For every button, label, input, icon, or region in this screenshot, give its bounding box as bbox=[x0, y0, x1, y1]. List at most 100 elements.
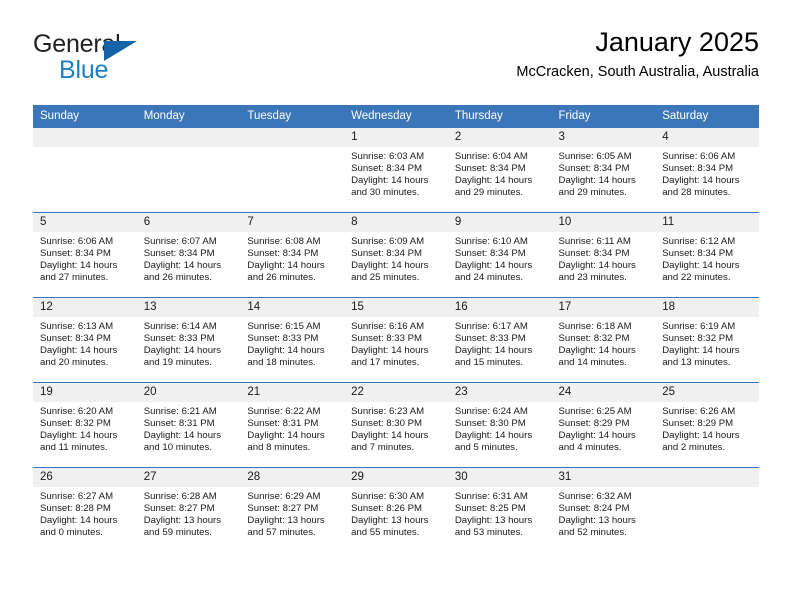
calendar-week-row: 5 Sunrise: 6:06 AM Sunset: 8:34 PM Daylight… bbox=[33, 212, 759, 298]
daylight-duration-line1: Daylight: 14 hours bbox=[247, 430, 325, 442]
calendar-day-cell[interactable]: 23 Sunrise: 6:24 AM Sunset: 8:30 PM Dayligh… bbox=[447, 383, 552, 468]
daylight-duration-line1: Daylight: 14 hours bbox=[143, 345, 222, 357]
day-number: 29 bbox=[344, 468, 448, 487]
day-cell-details bbox=[240, 147, 344, 151]
calendar-day-cell[interactable]: 10 Sunrise: 6:11 AM Sunset: 8:34 PM Dayligh… bbox=[551, 213, 656, 298]
calendar-day-cell[interactable]: 8 Sunrise: 6:09 AM Sunset: 8:34 PM Daylight… bbox=[344, 213, 448, 298]
day-number: 17 bbox=[551, 298, 656, 317]
calendar-day-cell[interactable]: 26 Sunrise: 6:27 AM Sunset: 8:28 PM Dayligh… bbox=[33, 468, 137, 553]
day-cell-inner: 27 Sunrise: 6:28 AM Sunset: 8:27 PM Dayligh… bbox=[136, 468, 241, 552]
daylight-duration-line1: Daylight: 14 hours bbox=[558, 430, 636, 442]
daylight-duration-line2: and 52 minutes. bbox=[558, 527, 627, 539]
day-cell-details: Sunrise: 6:07 AM Sunset: 8:34 PM Daylight:… bbox=[137, 232, 241, 284]
sunset-time: Sunset: 8:27 PM bbox=[143, 503, 215, 515]
calendar-day-cell[interactable]: 27 Sunrise: 6:28 AM Sunset: 8:27 PM Dayligh… bbox=[136, 468, 241, 553]
calendar-day-cell[interactable]: 2 Sunrise: 6:04 AM Sunset: 8:34 PM Daylight… bbox=[447, 128, 552, 213]
daylight-duration-line1: Daylight: 14 hours bbox=[40, 430, 118, 442]
day-cell-details: Sunrise: 6:06 AM Sunset: 8:34 PM Daylight:… bbox=[33, 232, 137, 284]
sunset-time: Sunset: 8:34 PM bbox=[662, 163, 734, 175]
sunrise-time: Sunrise: 6:08 AM bbox=[247, 236, 321, 247]
sunrise-time: Sunrise: 6:29 AM bbox=[247, 491, 321, 502]
day-cell-inner: 12 Sunrise: 6:13 AM Sunset: 8:34 PM Dayligh… bbox=[33, 298, 137, 382]
day-number: 1 bbox=[344, 128, 448, 147]
day-number: 15 bbox=[344, 298, 448, 317]
day-cell-details bbox=[33, 147, 137, 151]
calendar-day-cell[interactable]: 31 Sunrise: 6:32 AM Sunset: 8:24 PM Dayligh… bbox=[551, 468, 656, 553]
calendar-day-cell[interactable]: 13 Sunrise: 6:14 AM Sunset: 8:33 PM Dayligh… bbox=[136, 298, 241, 383]
daylight-duration-line2: and 18 minutes. bbox=[247, 357, 316, 369]
day-number: 4 bbox=[655, 128, 759, 147]
day-cell-inner: 7 Sunrise: 6:08 AM Sunset: 8:34 PM Daylight… bbox=[240, 213, 345, 297]
calendar-day-cell[interactable]: 1 Sunrise: 6:03 AM Sunset: 8:34 PM Daylight… bbox=[344, 128, 448, 213]
calendar-day-cell[interactable]: 24 Sunrise: 6:25 AM Sunset: 8:29 PM Dayligh… bbox=[551, 383, 656, 468]
calendar-day-cell[interactable]: 30 Sunrise: 6:31 AM Sunset: 8:25 PM Dayligh… bbox=[447, 468, 552, 553]
day-number bbox=[655, 468, 759, 487]
day-number: 13 bbox=[136, 298, 241, 317]
day-number bbox=[33, 128, 137, 147]
calendar-week-row: 19 Sunrise: 6:20 AM Sunset: 8:32 PM Dayligh… bbox=[33, 382, 759, 468]
calendar-day-cell[interactable]: 14 Sunrise: 6:15 AM Sunset: 8:33 PM Dayligh… bbox=[240, 298, 345, 383]
daylight-duration-line1: Daylight: 14 hours bbox=[247, 260, 325, 272]
sunrise-time: Sunrise: 6:04 AM bbox=[454, 151, 528, 162]
calendar-day-cell[interactable]: 20 Sunrise: 6:21 AM Sunset: 8:31 PM Dayligh… bbox=[136, 383, 241, 468]
day-number: 23 bbox=[447, 383, 552, 402]
calendar-day-cell[interactable]: 15 Sunrise: 6:16 AM Sunset: 8:33 PM Dayligh… bbox=[344, 298, 448, 383]
day-cell-inner bbox=[240, 128, 345, 212]
calendar-day-cell[interactable]: 3 Sunrise: 6:05 AM Sunset: 8:34 PM Daylight… bbox=[551, 128, 656, 213]
page-subtitle: McCracken, South Australia, Australia bbox=[516, 64, 759, 81]
calendar-day-cell[interactable]: 7 Sunrise: 6:08 AM Sunset: 8:34 PM Daylight… bbox=[240, 213, 345, 298]
calendar-day-cell[interactable]: 25 Sunrise: 6:26 AM Sunset: 8:29 PM Dayligh… bbox=[655, 383, 759, 468]
daylight-duration-line1: Daylight: 13 hours bbox=[247, 515, 325, 527]
daylight-duration-line2: and 26 minutes. bbox=[247, 272, 316, 284]
day-cell-details: Sunrise: 6:17 AM Sunset: 8:33 PM Daylight:… bbox=[448, 317, 552, 369]
calendar-day-cell[interactable]: 21 Sunrise: 6:22 AM Sunset: 8:31 PM Dayligh… bbox=[240, 383, 345, 468]
daylight-duration-line2: and 55 minutes. bbox=[351, 527, 420, 539]
calendar-day-cell[interactable]: 28 Sunrise: 6:29 AM Sunset: 8:27 PM Dayligh… bbox=[240, 468, 345, 553]
daylight-duration-line2: and 19 minutes. bbox=[143, 357, 212, 369]
sunset-time: Sunset: 8:34 PM bbox=[351, 248, 423, 260]
day-number: 14 bbox=[240, 298, 345, 317]
calendar-day-cell[interactable]: 5 Sunrise: 6:06 AM Sunset: 8:34 PM Daylight… bbox=[33, 213, 137, 298]
day-cell-inner: 21 Sunrise: 6:22 AM Sunset: 8:31 PM Dayligh… bbox=[240, 383, 345, 467]
day-cell-inner: 17 Sunrise: 6:18 AM Sunset: 8:32 PM Dayligh… bbox=[551, 298, 656, 382]
sunrise-time: Sunrise: 6:28 AM bbox=[143, 491, 217, 502]
day-cell-inner: 30 Sunrise: 6:31 AM Sunset: 8:25 PM Dayligh… bbox=[447, 468, 552, 552]
day-cell-details: Sunrise: 6:29 AM Sunset: 8:27 PM Daylight:… bbox=[240, 487, 344, 539]
calendar-day-cell[interactable]: 19 Sunrise: 6:20 AM Sunset: 8:32 PM Dayligh… bbox=[33, 383, 137, 468]
calendar-day-cell[interactable]: 11 Sunrise: 6:12 AM Sunset: 8:34 PM Dayligh… bbox=[655, 213, 759, 298]
sunset-time: Sunset: 8:25 PM bbox=[454, 503, 526, 515]
day-cell-inner: 26 Sunrise: 6:27 AM Sunset: 8:28 PM Dayligh… bbox=[33, 468, 137, 552]
calendar-day-cell[interactable]: 16 Sunrise: 6:17 AM Sunset: 8:33 PM Dayligh… bbox=[447, 298, 552, 383]
calendar-day-cell[interactable]: 17 Sunrise: 6:18 AM Sunset: 8:32 PM Dayligh… bbox=[551, 298, 656, 383]
day-cell-inner: 4 Sunrise: 6:06 AM Sunset: 8:34 PM Daylight… bbox=[655, 128, 759, 212]
day-cell-details bbox=[655, 487, 759, 491]
day-cell-details: Sunrise: 6:31 AM Sunset: 8:25 PM Daylight:… bbox=[448, 487, 552, 539]
sunrise-time: Sunrise: 6:25 AM bbox=[558, 406, 632, 417]
calendar-day-cell[interactable]: 29 Sunrise: 6:30 AM Sunset: 8:26 PM Dayligh… bbox=[344, 468, 448, 553]
calendar-week-row: 12 Sunrise: 6:13 AM Sunset: 8:34 PM Dayligh… bbox=[33, 297, 759, 383]
sunset-time: Sunset: 8:34 PM bbox=[40, 248, 111, 260]
calendar-day-cell[interactable]: 4 Sunrise: 6:06 AM Sunset: 8:34 PM Daylight… bbox=[655, 128, 759, 213]
daylight-duration-line2: and 29 minutes. bbox=[454, 187, 524, 199]
day-cell-inner: 29 Sunrise: 6:30 AM Sunset: 8:26 PM Dayligh… bbox=[344, 468, 448, 552]
calendar-day-cell[interactable]: 9 Sunrise: 6:10 AM Sunset: 8:34 PM Daylight… bbox=[447, 213, 552, 298]
calendar-day-cell[interactable]: 12 Sunrise: 6:13 AM Sunset: 8:34 PM Dayligh… bbox=[33, 298, 137, 383]
daylight-duration-line1: Daylight: 14 hours bbox=[247, 345, 325, 357]
day-cell-details: Sunrise: 6:16 AM Sunset: 8:33 PM Daylight:… bbox=[344, 317, 448, 369]
daylight-duration-line2: and 0 minutes. bbox=[40, 527, 103, 539]
sunrise-time: Sunrise: 6:15 AM bbox=[247, 321, 321, 332]
sunset-time: Sunset: 8:34 PM bbox=[351, 163, 423, 175]
day-cell-details: Sunrise: 6:18 AM Sunset: 8:32 PM Daylight:… bbox=[552, 317, 656, 369]
calendar-day-cell[interactable]: 18 Sunrise: 6:19 AM Sunset: 8:32 PM Dayligh… bbox=[655, 298, 759, 383]
day-number: 12 bbox=[33, 298, 137, 317]
day-number: 31 bbox=[551, 468, 656, 487]
sunrise-time: Sunrise: 6:30 AM bbox=[351, 491, 425, 502]
calendar-day-cell[interactable]: 6 Sunrise: 6:07 AM Sunset: 8:34 PM Daylight… bbox=[136, 213, 241, 298]
sunset-time: Sunset: 8:30 PM bbox=[454, 418, 526, 430]
daylight-duration-line2: and 23 minutes. bbox=[558, 272, 627, 284]
day-number: 16 bbox=[447, 298, 552, 317]
daylight-duration-line2: and 25 minutes. bbox=[351, 272, 420, 284]
day-number bbox=[136, 128, 241, 147]
daylight-duration-line1: Daylight: 13 hours bbox=[454, 515, 533, 527]
calendar-day-cell[interactable]: 22 Sunrise: 6:23 AM Sunset: 8:30 PM Dayligh… bbox=[344, 383, 448, 468]
